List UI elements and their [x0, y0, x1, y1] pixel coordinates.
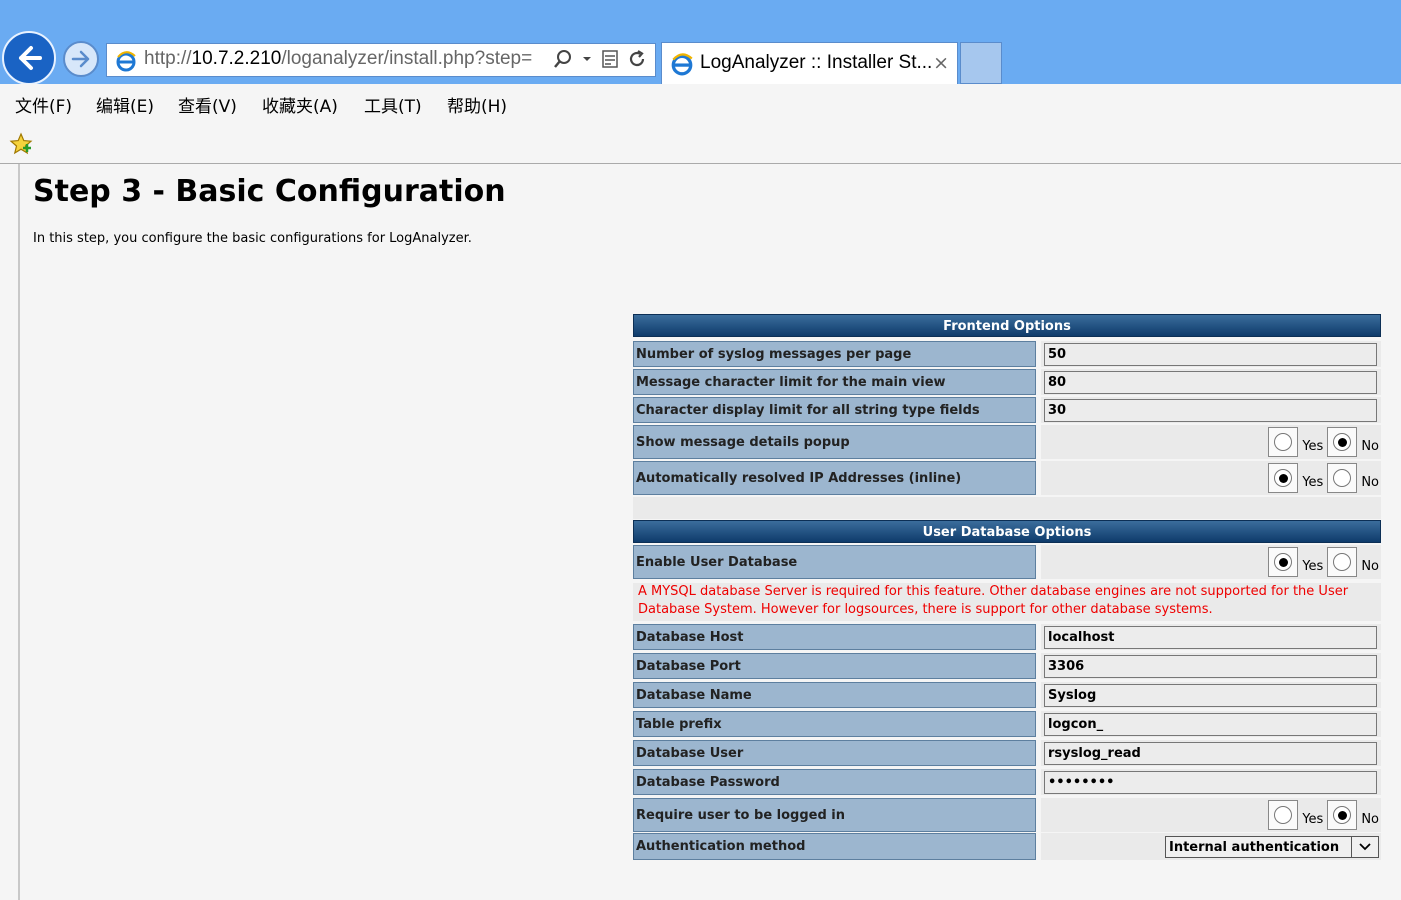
- radio-label: Yes: [1302, 811, 1324, 827]
- setting-row: Automatically resolved IP Addresses (inl…: [633, 461, 1381, 495]
- search-icon[interactable]: [553, 49, 573, 69]
- setting-row: Show message details popup Yes No: [633, 425, 1381, 459]
- menu-view[interactable]: 查看(V): [178, 92, 237, 117]
- setting-row: Character display limit for all string t…: [633, 397, 1381, 423]
- mysql-warning-text: A MYSQL database Server is required for …: [633, 583, 1381, 621]
- setting-row: Require user to be logged in Yes No: [633, 798, 1381, 832]
- back-button[interactable]: [2, 31, 56, 85]
- setting-row: Database Password ••••••••: [633, 769, 1381, 795]
- messages-per-page-input[interactable]: 50: [1044, 343, 1377, 366]
- setting-row: Database User rsyslog_read: [633, 740, 1381, 766]
- database-password-input[interactable]: ••••••••: [1044, 771, 1377, 794]
- menu-edit[interactable]: 编辑(E): [96, 92, 154, 117]
- database-name-input[interactable]: Syslog: [1044, 684, 1377, 707]
- string-display-limit-input[interactable]: 30: [1044, 399, 1377, 422]
- ie-page-icon: [116, 51, 136, 72]
- setting-row: Number of syslog messages per page 50: [633, 341, 1381, 367]
- browser-titlebar: http://10.7.2.210/loganalyzer/install.ph…: [0, 0, 1401, 85]
- resolve-ip-no-radio[interactable]: [1333, 469, 1352, 487]
- setting-label: Database Host: [633, 624, 1036, 650]
- page-title: Step 3 - Basic Configuration: [33, 174, 506, 209]
- setting-row: Authentication method Internal authentic…: [633, 833, 1381, 860]
- frontend-options-header: Frontend Options: [633, 314, 1381, 337]
- database-settings: Database Host localhost Database Port 33…: [633, 624, 1381, 864]
- radio-label: Yes: [1302, 474, 1324, 490]
- setting-label: Show message details popup: [633, 425, 1036, 459]
- address-bar[interactable]: http://10.7.2.210/loganalyzer/install.ph…: [106, 43, 656, 77]
- database-user-input[interactable]: rsyslog_read: [1044, 742, 1377, 765]
- menu-help[interactable]: 帮助(H): [447, 92, 507, 117]
- setting-label: Database Port: [633, 653, 1036, 679]
- radio-label: No: [1361, 558, 1379, 574]
- user-database-options-header: User Database Options: [633, 520, 1381, 543]
- page-divider: [18, 164, 20, 900]
- message-char-limit-input[interactable]: 80: [1044, 371, 1377, 394]
- setting-row: Table prefix logcon_: [633, 711, 1381, 737]
- chevron-down-icon[interactable]: [581, 53, 593, 65]
- setting-label: Database User: [633, 740, 1036, 766]
- require-login-no-radio[interactable]: [1333, 806, 1352, 824]
- arrow-right-icon: [71, 50, 90, 68]
- require-login-yes-radio[interactable]: [1274, 806, 1293, 824]
- setting-row: Message character limit for the main vie…: [633, 369, 1381, 395]
- tab-loganalyzer[interactable]: LogAnalyzer :: Installer St... ×: [661, 42, 958, 84]
- select-value: Internal authentication: [1169, 839, 1340, 855]
- section-spacer: [633, 497, 1381, 519]
- radio-label: No: [1361, 474, 1379, 490]
- menu-favorites[interactable]: 收藏夹(A): [262, 92, 338, 117]
- radio-label: No: [1361, 811, 1379, 827]
- setting-label: Authentication method: [633, 833, 1036, 860]
- setting-label: Enable User Database: [633, 545, 1036, 579]
- table-prefix-input[interactable]: logcon_: [1044, 713, 1377, 736]
- setting-row: Database Host localhost: [633, 624, 1381, 650]
- database-host-input[interactable]: localhost: [1044, 626, 1377, 649]
- popup-no-radio[interactable]: [1333, 433, 1352, 451]
- enable-userdb-yes-radio[interactable]: [1274, 553, 1293, 571]
- new-tab-button[interactable]: [960, 42, 1002, 84]
- setting-row: Database Name Syslog: [633, 682, 1381, 708]
- arrow-left-icon: [19, 46, 42, 70]
- menu-bar: 文件(F) 编辑(E) 查看(V) 收藏夹(A) 工具(T) 帮助(H): [0, 84, 1401, 124]
- chevron-down-icon[interactable]: [1351, 837, 1378, 857]
- ie-page-icon: [671, 53, 693, 76]
- menu-file[interactable]: 文件(F): [15, 92, 72, 117]
- setting-row: Enable User Database Yes No: [633, 545, 1381, 579]
- setting-label: Message character limit for the main vie…: [633, 369, 1036, 395]
- radio-label: Yes: [1302, 558, 1324, 574]
- close-tab-icon[interactable]: ×: [933, 52, 949, 74]
- compatibility-view-icon[interactable]: [601, 49, 619, 69]
- setting-label: Database Name: [633, 682, 1036, 708]
- favorites-star-icon[interactable]: [9, 132, 33, 156]
- radio-label: Yes: [1302, 438, 1324, 454]
- favorites-bar: [0, 124, 1401, 164]
- forward-button[interactable]: [63, 41, 99, 77]
- menu-tools[interactable]: 工具(T): [364, 92, 422, 117]
- setting-label: Require user to be logged in: [633, 798, 1036, 832]
- page-intro: In this step, you configure the basic co…: [33, 231, 472, 246]
- resolve-ip-yes-radio[interactable]: [1274, 469, 1293, 487]
- setting-label: Number of syslog messages per page: [633, 341, 1036, 367]
- database-port-input[interactable]: 3306: [1044, 655, 1377, 678]
- popup-yes-radio[interactable]: [1274, 433, 1293, 451]
- enable-userdb-no-radio[interactable]: [1333, 553, 1352, 571]
- refresh-icon[interactable]: [627, 49, 647, 69]
- setting-label: Character display limit for all string t…: [633, 397, 1036, 423]
- authentication-method-select[interactable]: Internal authentication: [1165, 836, 1379, 858]
- setting-label: Database Password: [633, 769, 1036, 795]
- tab-title: LogAnalyzer :: Installer St...: [700, 52, 933, 73]
- url-text: http://10.7.2.210/loganalyzer/install.ph…: [144, 48, 533, 69]
- page-content: Step 3 - Basic Configuration In this ste…: [0, 164, 1401, 900]
- setting-label: Table prefix: [633, 711, 1036, 737]
- setting-label: Automatically resolved IP Addresses (inl…: [633, 461, 1036, 495]
- radio-label: No: [1361, 438, 1379, 454]
- setting-row: Database Port 3306: [633, 653, 1381, 679]
